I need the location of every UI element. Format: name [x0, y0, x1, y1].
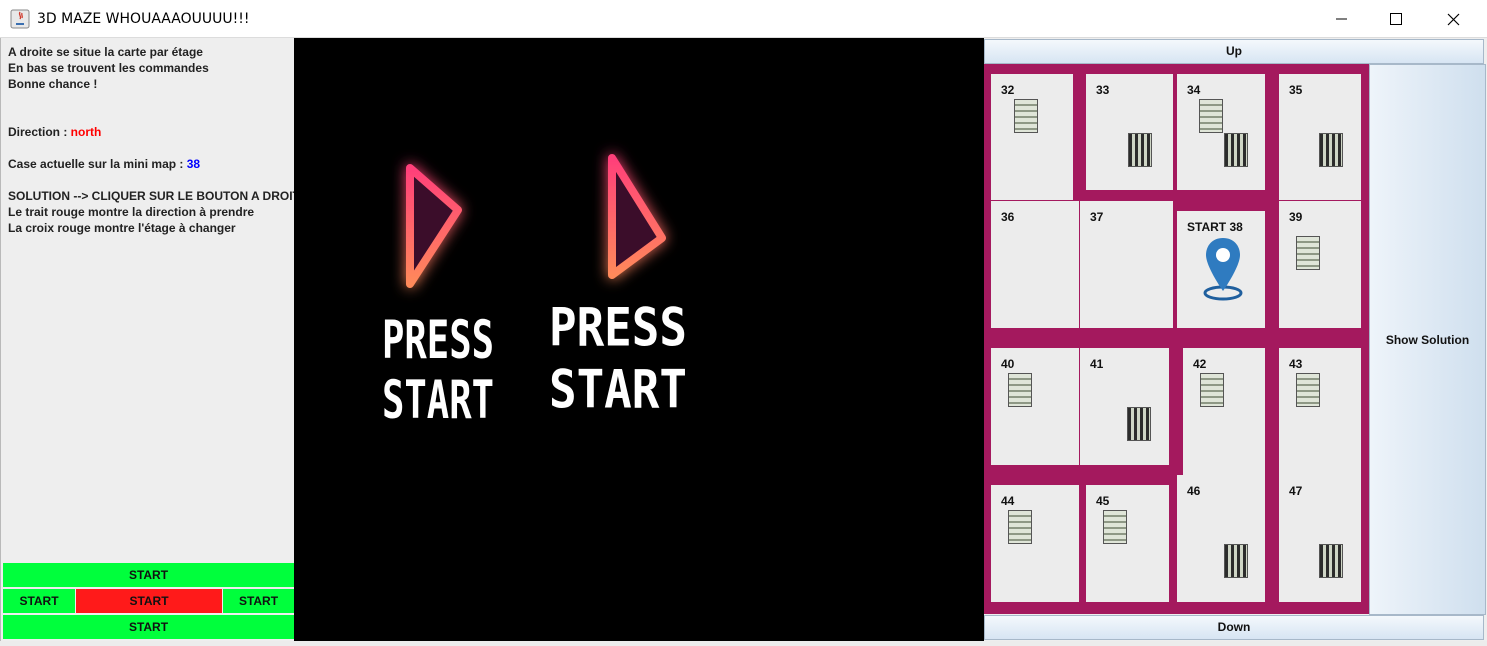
map-cell-43: 43: [1279, 348, 1361, 475]
minimize-button[interactable]: [1312, 0, 1370, 38]
map-cell-39: 39: [1279, 201, 1361, 328]
maze-scene: PRESS START PRESS START: [382, 154, 687, 431]
maze-3d-view[interactable]: PRESS START PRESS START: [294, 38, 984, 641]
direction-label: Direction :: [8, 125, 71, 139]
map-cell-33: 33: [1086, 74, 1173, 190]
info-line-map: A droite se situe la carte par étage: [8, 45, 203, 59]
maximize-button[interactable]: [1370, 0, 1428, 38]
title-bar: 3D MAZE WHOUAAAOUUUU!!!: [0, 0, 1487, 38]
info-line-commands: En bas se trouvent les commandes: [8, 61, 209, 75]
stairs-down-icon: [1128, 133, 1152, 167]
play-triangle-icon: [406, 164, 462, 288]
press-start-sign-left: PRESS START: [382, 164, 494, 431]
map-cell-46: 46: [1177, 475, 1265, 602]
close-icon: [1447, 13, 1460, 26]
stairs-up-icon: [1008, 373, 1032, 407]
map-cell-36: 36: [991, 201, 1079, 328]
map-cell-32: 32: [991, 74, 1073, 200]
info-line-luck: Bonne chance !: [8, 77, 98, 91]
map-cell-47: 47: [1279, 475, 1361, 602]
direction-readout: Direction : north: [8, 125, 101, 139]
map-cell-34: 34: [1177, 74, 1265, 190]
hint-red-line: Le trait rouge montre la direction à pre…: [8, 205, 255, 219]
stairs-up-icon: [1103, 510, 1127, 544]
stairs-down-icon: [1319, 544, 1343, 578]
close-button[interactable]: [1427, 0, 1485, 38]
location-pin-icon: [1203, 238, 1243, 301]
start-text-left: START: [382, 370, 494, 431]
start-text-right: START: [549, 359, 687, 420]
minimize-icon: [1336, 18, 1347, 20]
map-cell-37: 37: [1080, 201, 1173, 328]
play-triangle-icon: [608, 154, 666, 279]
window-title: 3D MAZE WHOUAAAOUUUU!!!: [37, 11, 250, 27]
map-cell-44: 44: [991, 485, 1079, 602]
control-forward-button[interactable]: START: [3, 563, 294, 587]
control-backward-button[interactable]: START: [3, 615, 294, 639]
stairs-up-icon: [1199, 99, 1223, 133]
info-panel: A droite se situe la carte par étage En …: [0, 38, 308, 641]
maximize-icon: [1390, 13, 1402, 25]
stairs-up-icon: [1008, 510, 1032, 544]
press-text-right: PRESS: [549, 298, 687, 359]
control-center-button[interactable]: START: [76, 589, 222, 613]
stairs-down-icon: [1319, 133, 1343, 167]
hint-red-cross: La croix rouge montre l'étage à changer: [8, 221, 236, 235]
stairs-down-icon: [1224, 133, 1248, 167]
stairs-up-icon: [1200, 373, 1224, 407]
minimap-panel: Up 32 33 34 35 36 37 START 38 39 40 41 4…: [984, 38, 1487, 641]
stairs-up-icon: [1014, 99, 1038, 133]
show-solution-button[interactable]: Show Solution: [1369, 64, 1486, 615]
map-cell-40: 40: [991, 348, 1079, 465]
floor-up-button[interactable]: Up: [984, 39, 1484, 64]
press-start-sign-right: PRESS START: [549, 154, 687, 421]
control-left-button[interactable]: START: [3, 589, 75, 613]
floor-down-button[interactable]: Down: [984, 615, 1484, 640]
press-text-left: PRESS: [382, 310, 494, 371]
map-cell-45: 45: [1086, 485, 1169, 602]
minimap-grid: 32 33 34 35 36 37 START 38 39 40 41 42 4…: [984, 64, 1369, 614]
direction-value: north: [70, 125, 102, 139]
case-label: Case actuelle sur la mini map :: [8, 157, 187, 171]
stairs-down-icon: [1224, 544, 1248, 578]
control-right-button[interactable]: START: [223, 589, 294, 613]
solution-instruction: SOLUTION --> CLIQUER SUR LE BOUTON A DRO…: [8, 189, 308, 203]
map-cell-42: 42: [1183, 348, 1265, 475]
java-app-icon: [10, 9, 30, 29]
case-value: 38: [186, 157, 201, 171]
stairs-up-icon: [1296, 236, 1320, 270]
map-cell-41: 41: [1080, 348, 1169, 465]
taskbar-edge: [0, 641, 1487, 646]
stairs-up-icon: [1296, 373, 1320, 407]
map-cell-35: 35: [1279, 74, 1361, 200]
current-case-readout: Case actuelle sur la mini map : 38: [8, 157, 200, 171]
stairs-down-icon: [1127, 407, 1151, 441]
